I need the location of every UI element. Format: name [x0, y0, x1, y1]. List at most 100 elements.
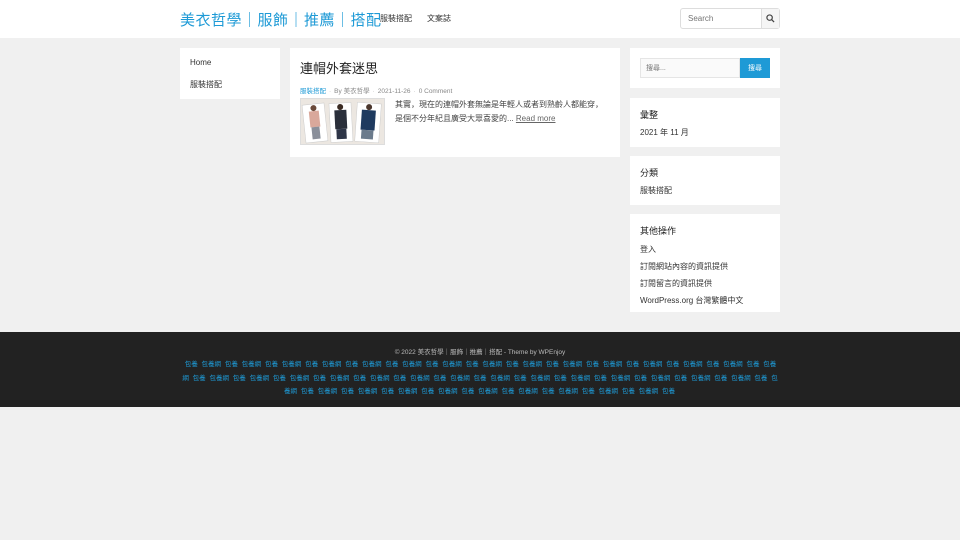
- footer-tag-link[interactable]: 包養: [554, 375, 567, 382]
- login-link[interactable]: 登入: [640, 244, 770, 261]
- footer-tag-link[interactable]: 包養: [193, 375, 206, 382]
- footer-tag-link[interactable]: 包養: [381, 388, 394, 395]
- left-nav-item-home[interactable]: Home: [190, 58, 270, 79]
- footer-tag-link[interactable]: 包養網: [242, 361, 262, 368]
- post-body: 其實，現在的連帽外套無論是年輕人或者到熟齡人都能穿，是個不分年紀且廣受大眾喜愛的…: [300, 98, 610, 145]
- footer-tag-link[interactable]: 包養: [714, 375, 727, 382]
- footer-tag-link[interactable]: 包養網: [723, 361, 743, 368]
- sidebar-search-button[interactable]: 搜尋: [740, 58, 770, 78]
- footer-tag-link[interactable]: 包養: [594, 375, 607, 382]
- site-title[interactable]: 美衣哲學｜服飾｜推薦｜搭配: [180, 9, 382, 30]
- sidebar-search-input[interactable]: [640, 58, 740, 78]
- footer-tag-link[interactable]: 包養網: [322, 361, 342, 368]
- footer-tag-link[interactable]: 包養: [393, 375, 406, 382]
- footer-tag-link[interactable]: 包養網: [571, 375, 591, 382]
- footer-tag-link[interactable]: 包養網: [282, 361, 302, 368]
- footer-tag-link[interactable]: 包養網: [611, 375, 631, 382]
- nav-item-fashion[interactable]: 服裝搭配: [380, 13, 412, 24]
- footer-tag-link[interactable]: 包養: [341, 388, 354, 395]
- footer-tag-link[interactable]: 包養網: [530, 375, 550, 382]
- footer-tag-link[interactable]: 包養: [546, 361, 559, 368]
- footer-tag-link[interactable]: 包養網: [478, 388, 498, 395]
- footer-tag-link[interactable]: 包養網: [358, 388, 378, 395]
- footer-tag-link[interactable]: 包養: [514, 375, 527, 382]
- footer-tag-link[interactable]: 包養網: [490, 375, 510, 382]
- footer-tag-link[interactable]: 包養網: [442, 361, 462, 368]
- footer-tag-link[interactable]: 包養網: [639, 388, 659, 395]
- footer-tag-link[interactable]: 包養: [746, 361, 759, 368]
- footer-tag-link[interactable]: 包養: [466, 361, 479, 368]
- archive-link[interactable]: 2021 年 11 月: [640, 127, 770, 138]
- footer-tag-link[interactable]: 包養: [622, 388, 635, 395]
- footer-tag-link[interactable]: 包養網: [438, 388, 458, 395]
- footer-tag-link[interactable]: 包養網: [202, 361, 222, 368]
- footer-tag-link[interactable]: 包養網: [290, 375, 310, 382]
- post-comments[interactable]: 0 Comment: [419, 88, 453, 95]
- footer-tag-link[interactable]: 包養網: [370, 375, 390, 382]
- footer-tag-link[interactable]: 包養網: [643, 361, 663, 368]
- footer-tag-link[interactable]: 包養網: [450, 375, 470, 382]
- footer-tag-link[interactable]: 包養: [666, 361, 679, 368]
- nav-item-copywriting[interactable]: 文案誌: [427, 13, 451, 24]
- footer-tag-link[interactable]: 包養: [662, 388, 675, 395]
- footer-tag-link[interactable]: 包養: [313, 375, 326, 382]
- footer-tag-link[interactable]: 包養: [634, 375, 647, 382]
- footer-tag-link[interactable]: 包養: [474, 375, 487, 382]
- footer-tag-link[interactable]: 包養網: [599, 388, 619, 395]
- comments-feed-link[interactable]: 訂閱留言的資訊提供: [640, 278, 770, 295]
- post-category[interactable]: 服裝搭配: [300, 88, 326, 95]
- post-title[interactable]: 連帽外套迷思: [300, 58, 610, 77]
- footer-tag-link[interactable]: 包養網: [558, 388, 578, 395]
- header-search-button[interactable]: [761, 9, 779, 28]
- read-more-link[interactable]: Read more: [516, 114, 556, 123]
- footer-tag-link[interactable]: 包養: [501, 388, 514, 395]
- footer-tag-link[interactable]: 包養: [626, 361, 639, 368]
- footer-tag-link[interactable]: 包養: [233, 375, 246, 382]
- footer-tag-link[interactable]: 包養: [265, 361, 278, 368]
- footer-tag-link[interactable]: 包養: [542, 388, 555, 395]
- footer-tag-link[interactable]: 包養: [385, 361, 398, 368]
- footer-tag-link[interactable]: 包養網: [209, 375, 229, 382]
- footer-tag-link[interactable]: 包養: [273, 375, 286, 382]
- footer-tag-link[interactable]: 包養: [421, 388, 434, 395]
- footer-tag-link[interactable]: 包養: [754, 375, 767, 382]
- footer-tag-link[interactable]: 包養: [353, 375, 366, 382]
- footer-tag-link[interactable]: 包養: [706, 361, 719, 368]
- left-nav-item-fashion[interactable]: 服裝搭配: [190, 79, 270, 100]
- footer-tag-link[interactable]: 包養: [582, 388, 595, 395]
- footer-tag-link[interactable]: 包養網: [651, 375, 671, 382]
- footer-tag-links: 包養 包養網 包養 包養網 包養 包養網 包養 包養網 包養 包養網 包養 包養…: [180, 358, 780, 399]
- footer-tag-link[interactable]: 包養網: [330, 375, 350, 382]
- footer-tag-link[interactable]: 包養網: [482, 361, 502, 368]
- header-search-input[interactable]: [681, 9, 761, 28]
- footer-tag-link[interactable]: 包養網: [518, 388, 538, 395]
- post-author[interactable]: By 美衣哲學: [334, 88, 369, 95]
- footer-tag-link[interactable]: 包養網: [691, 375, 711, 382]
- footer-tag-link[interactable]: 包養網: [603, 361, 623, 368]
- footer-tag-link[interactable]: 包養網: [362, 361, 382, 368]
- footer-tag-link[interactable]: 包養: [345, 361, 358, 368]
- footer-tag-link[interactable]: 包養: [433, 375, 446, 382]
- footer-tag-link[interactable]: 包養網: [318, 388, 338, 395]
- footer-tag-link[interactable]: 包養: [674, 375, 687, 382]
- footer-tag-link[interactable]: 包養網: [402, 361, 422, 368]
- entries-feed-link[interactable]: 訂閱網站內容的資訊提供: [640, 261, 770, 278]
- wordpress-org-link[interactable]: WordPress.org 台灣繁體中文: [640, 295, 770, 312]
- footer-tag-link[interactable]: 包養網: [250, 375, 270, 382]
- footer-tag-link[interactable]: 包養網: [523, 361, 543, 368]
- footer-tag-link[interactable]: 包養網: [683, 361, 703, 368]
- footer-tag-link[interactable]: 包養: [305, 361, 318, 368]
- footer-tag-link[interactable]: 包養: [225, 361, 238, 368]
- footer-tag-link[interactable]: 包養: [425, 361, 438, 368]
- category-link[interactable]: 服裝搭配: [640, 185, 770, 196]
- footer-tag-link[interactable]: 包養: [301, 388, 314, 395]
- footer-tag-link[interactable]: 包養: [586, 361, 599, 368]
- footer-tag-link[interactable]: 包養: [506, 361, 519, 368]
- footer-tag-link[interactable]: 包養網: [410, 375, 430, 382]
- footer-tag-link[interactable]: 包養網: [563, 361, 583, 368]
- footer-tag-link[interactable]: 包養: [461, 388, 474, 395]
- footer-tag-link[interactable]: 包養網: [731, 375, 751, 382]
- footer-tag-link[interactable]: 包養: [185, 361, 198, 368]
- footer-tag-link[interactable]: 包養網: [398, 388, 418, 395]
- post-thumbnail[interactable]: [300, 98, 385, 145]
